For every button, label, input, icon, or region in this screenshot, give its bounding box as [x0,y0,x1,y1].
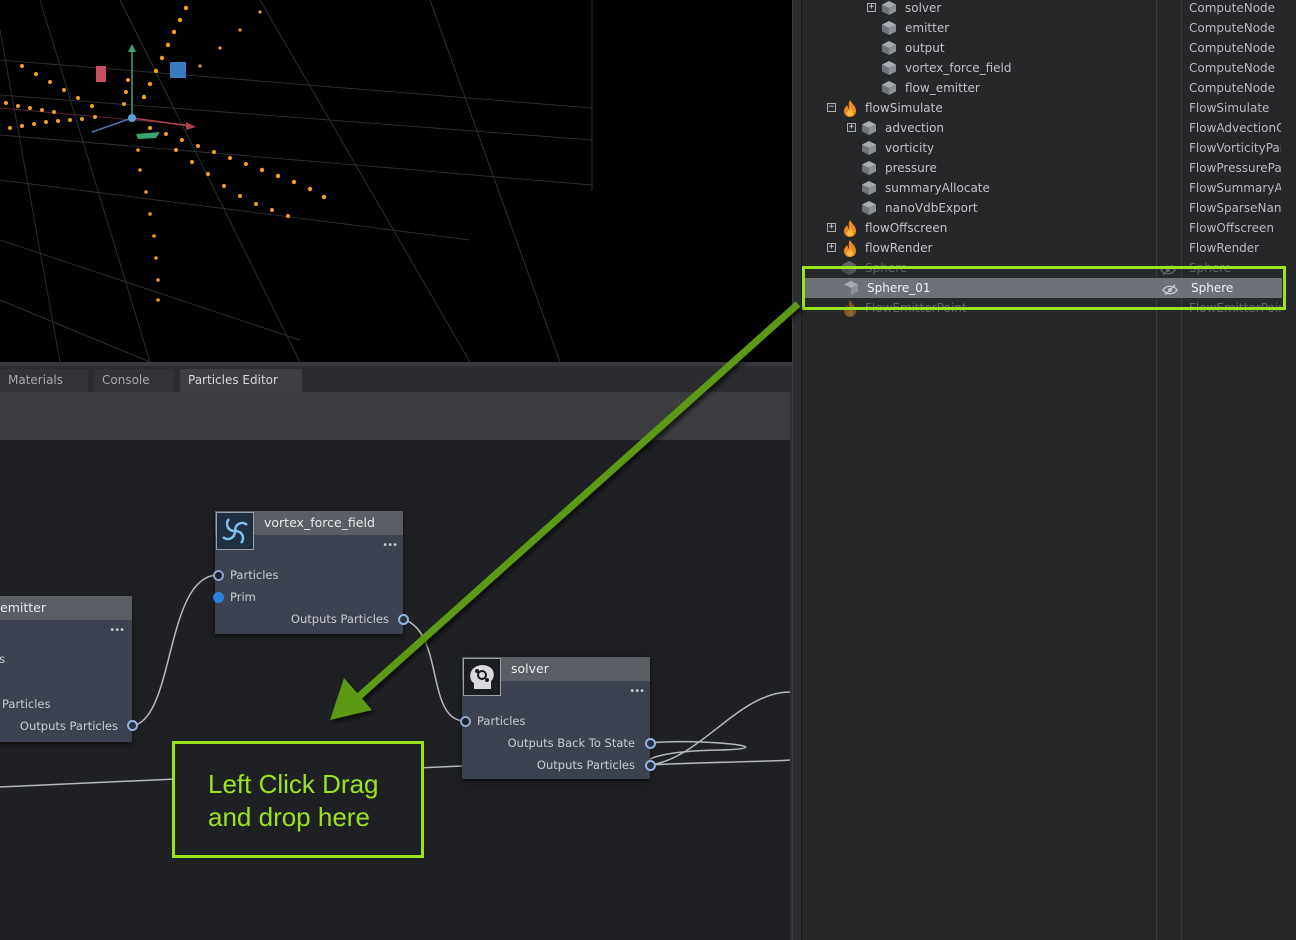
arrow-shaft [352,301,801,703]
drop-instruction-text: Left Click Drag and drop here [208,769,379,832]
arrow-head [330,678,372,720]
